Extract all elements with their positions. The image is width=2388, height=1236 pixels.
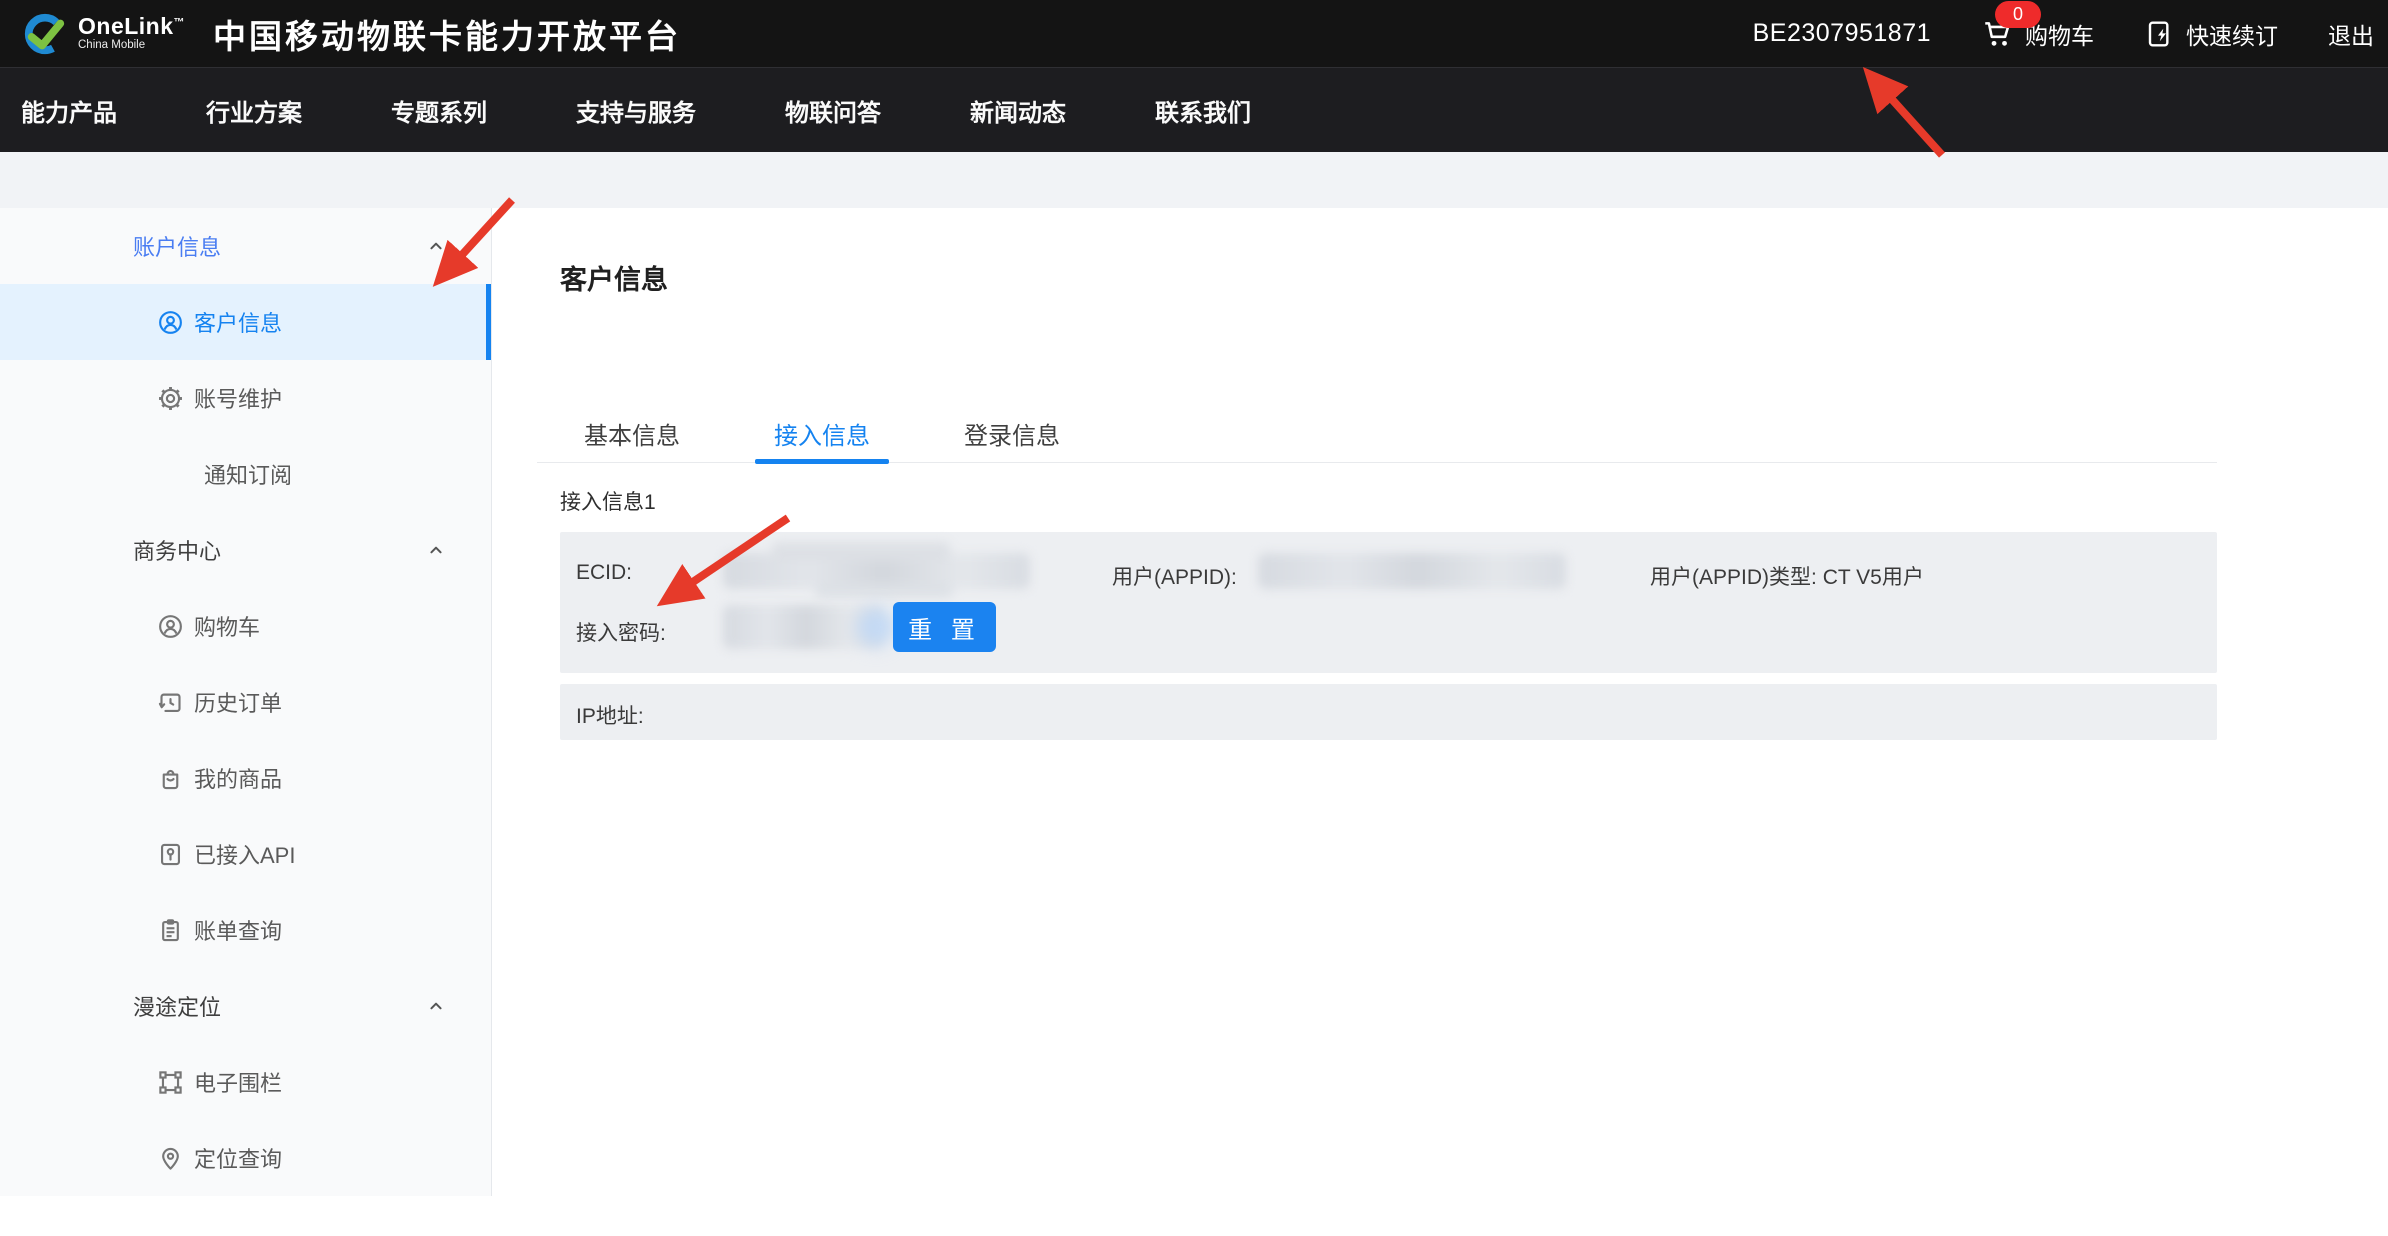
sidebar-item-my-products[interactable]: 我的商品 [0,740,491,816]
sidebar-item-order-history[interactable]: 历史订单 [0,664,491,740]
sidebar-item-label: 账号维护 [194,382,282,414]
nav-item-support[interactable]: 支持与服务 [576,93,696,128]
sidebar-item-cart[interactable]: 购物车 [0,588,491,664]
access-password-label: 接入密码: [576,617,666,647]
nav-item-topics[interactable]: 专题系列 [391,93,487,128]
appid-value-redacted [1258,553,1566,589]
sidebar-group-label: 漫途定位 [0,990,221,1022]
sidebar-item-label: 我的商品 [194,762,282,794]
appid-type-label: 用户(APPID)类型: CT V5用户 [1650,561,1924,591]
sidebar-item-label: 购物车 [194,610,260,642]
bill-icon [157,917,184,944]
sidebar-item-label: 电子围栏 [194,1066,282,1098]
sidebar-item-label: 定位查询 [194,1142,282,1174]
access-password-redacted [723,605,883,649]
access-info-section-label: 接入信息1 [560,486,656,516]
sidebar-item-label: 已接入API [194,838,295,870]
sidebar-group-label: 商务中心 [0,534,221,566]
sidebar-item-label: 账单查询 [194,914,282,946]
cart-button[interactable]: 0 购物车 [1981,17,2094,51]
appid-type-label-text: 用户(APPID)类型: [1650,566,1817,589]
history-order-icon [157,689,184,716]
header-right: BE2307951871 0 购物车 快速续订 退出 [1753,17,2374,51]
sidebar-item-label: 通知订阅 [204,458,292,490]
sidebar-item-location-query[interactable]: 定位查询 [0,1120,491,1196]
chevron-up-icon [425,539,447,561]
sidebar-group-account[interactable]: 账户信息 [0,208,491,284]
brand-name: OneLink [78,13,174,39]
site-title: 中国移动物联卡能力开放平台 [213,10,681,58]
access-info-panel: ECID: 用户(APPID): 用户(APPID)类型: CT V5用户 接入… [560,532,2217,673]
sidebar-item-customer-info[interactable]: 客户信息 [0,284,491,360]
tab-bar: 基本信息 接入信息 登录信息 [537,405,2217,463]
brand-subtitle: China Mobile [78,40,185,52]
shopping-bag-icon [157,765,184,792]
user-circle-icon [157,613,184,640]
account-id[interactable]: BE2307951871 [1753,19,1931,48]
gear-icon [157,385,184,412]
brand-block: OneLink™ China Mobile [78,15,185,52]
tab-access-info[interactable]: 接入信息 [727,405,917,462]
sidebar-item-bill-query[interactable]: 账单查询 [0,892,491,968]
chevron-up-icon [425,995,447,1017]
password-blur-cap [857,608,895,646]
logout-button[interactable]: 退出 [2328,17,2374,51]
fence-icon [157,1069,184,1096]
nav-item-industry[interactable]: 行业方案 [206,93,302,128]
sidebar-group-business-center[interactable]: 商务中心 [0,512,491,588]
sidebar: 账户信息 客户信息 账号维护 通知订阅 商务中心 [0,208,492,1196]
sidebar-item-label: 历史订单 [194,686,282,718]
ecid-value-redacted [723,553,1030,589]
ip-address-label: IP地址: [576,700,644,730]
tab-basic-info[interactable]: 基本信息 [537,405,727,462]
trademark-symbol: ™ [174,17,186,29]
ecid-label: ECID: [576,561,632,585]
sidebar-group-label: 账户信息 [0,230,221,262]
sidebar-group-mantu-location[interactable]: 漫途定位 [0,968,491,1044]
nav-item-contact[interactable]: 联系我们 [1155,93,1251,128]
user-circle-icon [157,309,184,336]
tab-login-info[interactable]: 登录信息 [917,405,1107,462]
sidebar-item-connected-api[interactable]: 已接入API [0,816,491,892]
quick-renew-label: 快速续订 [2186,17,2278,51]
ip-address-panel: IP地址: [560,684,2217,740]
page-background-band [0,152,2388,208]
top-header: OneLink™ China Mobile 中国移动物联卡能力开放平台 BE23… [0,0,2388,67]
chevron-up-icon [425,235,447,257]
reset-password-button[interactable]: 重 置 [893,602,996,652]
appid-type-value: CT V5用户 [1823,566,1924,589]
nav-item-qa[interactable]: 物联问答 [785,93,881,128]
nav-item-products[interactable]: 能力产品 [21,93,117,128]
location-pin-icon [157,1145,184,1172]
appid-label: 用户(APPID): [1112,561,1237,591]
page-title: 客户信息 [560,258,668,297]
cart-count-badge: 0 [1995,1,2041,28]
sidebar-item-account-maintenance[interactable]: 账号维护 [0,360,491,436]
api-key-icon [157,841,184,868]
sidebar-item-geo-fence[interactable]: 电子围栏 [0,1044,491,1120]
quick-renew-button[interactable]: 快速续订 [2144,17,2278,51]
sidebar-item-notification-subscribe[interactable]: 通知订阅 [0,436,491,512]
quick-renew-icon [2144,18,2176,50]
sidebar-item-label: 客户信息 [194,306,282,338]
onelink-logo-icon [22,11,68,57]
nav-item-news[interactable]: 新闻动态 [970,93,1066,128]
primary-nav: 能力产品 行业方案 专题系列 支持与服务 物联问答 新闻动态 联系我们 [0,67,2388,152]
